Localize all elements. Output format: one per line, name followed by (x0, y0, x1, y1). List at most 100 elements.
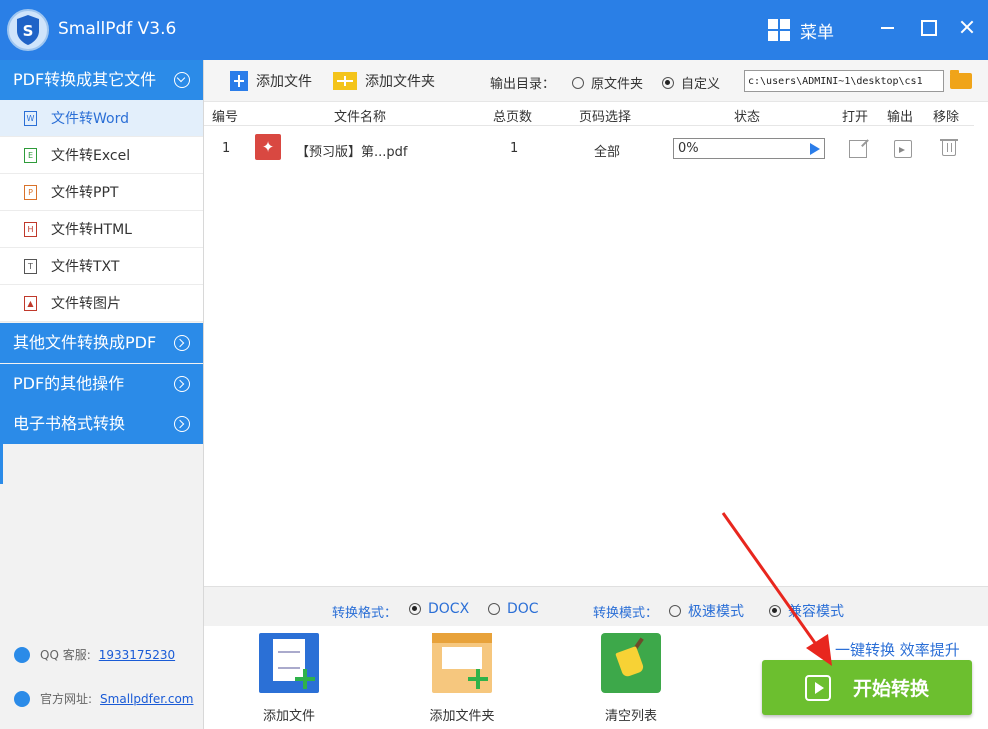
table-row[interactable]: 1 ✦ 【预习版】第...pdf 1 全部 0% (204, 126, 974, 172)
output-path-input[interactable] (744, 70, 944, 92)
slogan-text: 一键转换 效率提升 (835, 641, 960, 659)
col-range: 页码选择 (579, 110, 632, 125)
col-pages: 总页数 (493, 110, 533, 125)
html-icon: H (24, 221, 37, 237)
add-file-icon (259, 633, 319, 693)
qq-link[interactable]: 1933175230 (99, 648, 175, 662)
radio-selected-icon (662, 76, 674, 89)
section-label: PDF转换成其它文件 (13, 70, 157, 89)
toolbar: 添加文件 添加文件夹 输出目录： 原文件夹 自定义 (204, 60, 988, 102)
bottom-add-file-label: 添加文件 (262, 709, 315, 724)
browser-icon (14, 690, 30, 707)
broom-icon (601, 633, 661, 693)
svg-text:S: S (23, 22, 34, 40)
maximize-button[interactable] (916, 16, 938, 38)
ppt-icon: P (24, 184, 37, 200)
app-title: SmallPdf V3.6 (58, 19, 177, 39)
word-icon: W (24, 110, 37, 126)
radio-icon (572, 76, 584, 89)
add-folder-icon (333, 72, 357, 90)
format-doc-radio[interactable]: DOC (488, 601, 539, 617)
section-label: PDF的其他操作 (13, 374, 125, 393)
add-folder-icon (432, 633, 492, 693)
sidebar-item-label: 文件转HTML (51, 222, 132, 238)
clear-list-label: 清空列表 (604, 709, 657, 724)
col-remove: 移除 (933, 110, 960, 125)
chevron-right-icon (174, 376, 190, 392)
radio-label: DOC (507, 601, 539, 617)
image-icon: ▲ (24, 295, 37, 311)
grid-menu-icon (768, 19, 790, 41)
radio-selected-icon (409, 603, 421, 615)
sidebar-item-to-word[interactable]: W 文件转Word (0, 100, 203, 137)
play-icon[interactable] (810, 143, 820, 155)
export-icon[interactable] (894, 140, 912, 158)
progress-text: 0% (678, 141, 699, 156)
chevron-right-icon (174, 416, 190, 432)
sidebar-section-pdf-to-other[interactable]: PDF转换成其它文件 (0, 60, 203, 100)
add-file-button[interactable]: 添加文件 (230, 71, 312, 91)
radio-selected-icon (769, 605, 781, 617)
browse-folder-icon[interactable] (950, 70, 972, 89)
qq-label: QQ 客服: (40, 648, 91, 662)
site-link[interactable]: Smallpdfer.com (100, 692, 193, 706)
sidebar-item-label: 文件转图片 (51, 296, 121, 312)
section-label: 电子书格式转换 (13, 414, 126, 433)
sidebar-item-label: 文件转TXT (51, 259, 120, 275)
txt-icon: T (24, 258, 37, 274)
sidebar-section-other-to-pdf[interactable]: 其他文件转换成PDF (0, 323, 203, 363)
sidebar-item-label: 文件转Word (51, 111, 129, 127)
pdf-file-icon: ✦ (255, 134, 281, 160)
radio-icon (488, 603, 500, 615)
mode-compat-radio[interactable]: 兼容模式 (769, 601, 844, 621)
sidebar-item-label: 文件转Excel (51, 148, 131, 164)
menu-label: 菜单 (800, 22, 834, 43)
row-pages: 1 (510, 141, 519, 156)
radio-label: 极速模式 (688, 604, 744, 620)
output-source-radio[interactable]: 原文件夹 (572, 73, 643, 92)
file-table-header: 编号 文件名称 总页数 页码选择 状态 打开 输出 移除 (204, 102, 974, 126)
mode-label: 转换模式： (593, 606, 659, 621)
col-status: 状态 (734, 110, 761, 125)
app-logo-icon: S (7, 9, 49, 51)
sidebar-accent-bar (0, 444, 3, 484)
sidebar-section-ebook[interactable]: 电子书格式转换 (0, 404, 203, 444)
sidebar-item-to-html[interactable]: H 文件转HTML (0, 211, 203, 248)
trash-icon[interactable] (940, 139, 958, 156)
start-convert-button[interactable]: 开始转换 (762, 660, 972, 715)
sidebar-item-to-txt[interactable]: T 文件转TXT (0, 248, 203, 285)
radio-icon (669, 605, 681, 617)
sidebar-item-to-ppt[interactable]: P 文件转PPT (0, 174, 203, 211)
progress-bar: 0% (673, 138, 825, 159)
sidebar-item-label: 文件转PPT (51, 185, 119, 201)
bottom-add-folder-button[interactable]: 添加文件夹 (407, 633, 517, 724)
clear-list-button[interactable]: 清空列表 (576, 633, 686, 724)
open-external-icon[interactable] (849, 140, 867, 158)
add-folder-button[interactable]: 添加文件夹 (333, 71, 435, 91)
sidebar-section-pdf-other-ops[interactable]: PDF的其他操作 (0, 364, 203, 404)
chevron-right-icon (174, 335, 190, 351)
radio-label: 兼容模式 (788, 604, 844, 620)
add-file-label: 添加文件 (256, 74, 312, 90)
output-dir-label: 输出目录： (490, 77, 556, 92)
bottom-add-folder-label: 添加文件夹 (429, 709, 495, 724)
col-export: 输出 (887, 110, 914, 125)
mode-fast-radio[interactable]: 极速模式 (669, 601, 744, 621)
radio-label: 原文件夹 (591, 77, 644, 92)
format-docx-radio[interactable]: DOCX (409, 601, 469, 617)
bottom-add-file-button[interactable]: 添加文件 (234, 633, 344, 724)
radio-label: 自定义 (681, 77, 721, 92)
qq-icon (14, 646, 30, 663)
sidebar-item-to-image[interactable]: ▲ 文件转图片 (0, 285, 203, 322)
col-name: 文件名称 (334, 110, 387, 125)
minimize-button[interactable] (876, 16, 898, 38)
close-button[interactable] (956, 16, 978, 38)
sidebar-item-to-excel[interactable]: E 文件转Excel (0, 137, 203, 174)
excel-icon: E (24, 147, 37, 163)
col-index: 编号 (212, 110, 239, 125)
row-range[interactable]: 全部 (594, 141, 620, 160)
output-custom-radio[interactable]: 自定义 (662, 73, 720, 92)
add-folder-label: 添加文件夹 (365, 74, 435, 90)
sidebar: PDF转换成其它文件 W 文件转Word E 文件转Excel P 文件转PPT… (0, 60, 204, 729)
menu-button[interactable]: 菜单 (768, 18, 838, 43)
